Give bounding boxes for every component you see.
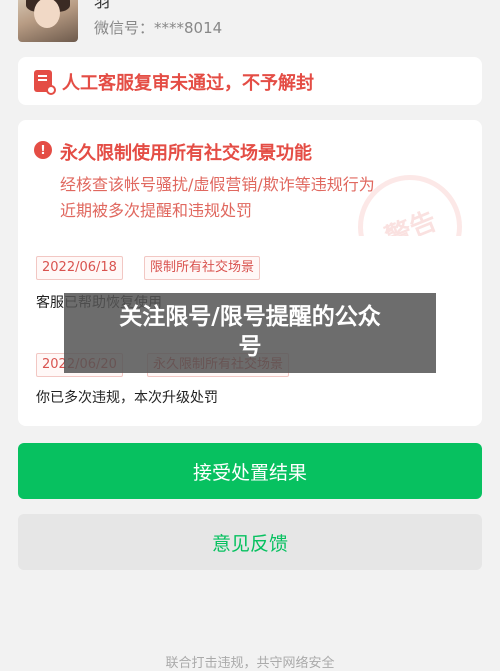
avatar bbox=[18, 0, 78, 42]
feedback-button[interactable]: 意见反馈 bbox=[18, 514, 482, 570]
restriction-title: 永久限制使用所有社交场景功能 bbox=[60, 143, 312, 164]
restriction-card: 警告 ! 永久限制使用所有社交场景功能 经核查该帐号骚扰/虚假营销/欺诈等违规行… bbox=[18, 120, 482, 426]
watermark-line1: 关注限号/限号提醒的公众 bbox=[119, 304, 381, 330]
wechat-id: 微信号：****8014 bbox=[94, 19, 223, 37]
restriction-desc-line2: 近期被多次提醒和违规处罚 bbox=[60, 201, 253, 220]
nickname: 羽 bbox=[94, 0, 111, 11]
watermark-banner: 关注限号/限号提醒的公众 号 bbox=[64, 293, 436, 373]
restriction-desc-line1: 经核查该帐号骚扰/虚假营销/欺诈等违规行为 bbox=[60, 175, 375, 194]
no-entry-document-icon bbox=[34, 70, 56, 95]
footer-slogan: 联合打击违规，共守网络安全 bbox=[165, 656, 335, 671]
avatar-face bbox=[34, 0, 60, 28]
review-status-title: 人工客服复审未通过，不予解封 bbox=[62, 73, 314, 94]
profile-header: 羽 微信号：****8014 bbox=[0, 0, 500, 48]
timeline-date: 2022/06/18 bbox=[36, 256, 123, 280]
timeline-text: 你已多次违规，本次升级处罚 bbox=[36, 390, 218, 406]
exclamation-circle-icon: ! bbox=[34, 141, 52, 159]
watermark-line2: 号 bbox=[238, 334, 262, 360]
review-status-card: 人工客服复审未通过，不予解封 bbox=[18, 57, 482, 105]
accept-result-button[interactable]: 接受处置结果 bbox=[18, 443, 482, 499]
timeline-tag: 限制所有社交场景 bbox=[144, 256, 261, 280]
